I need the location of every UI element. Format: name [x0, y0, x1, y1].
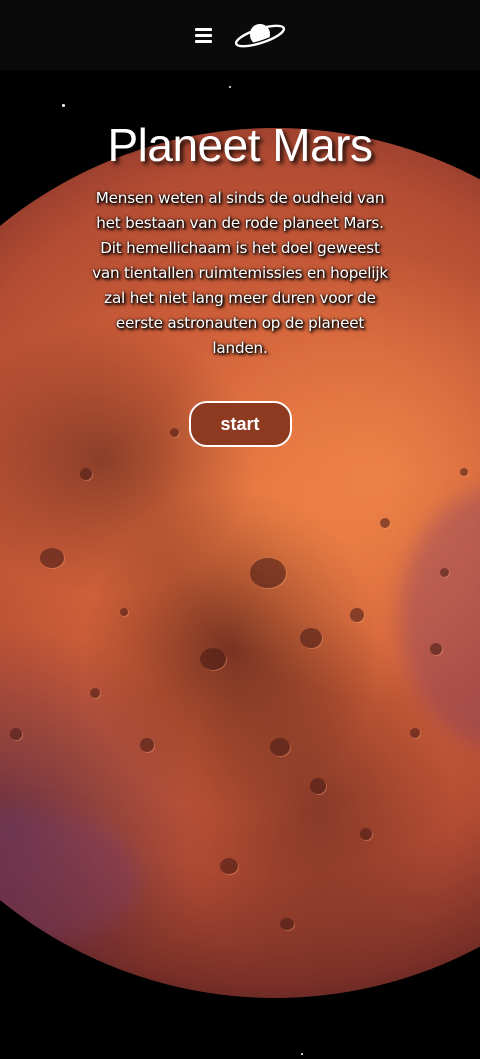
top-navigation-bar: [0, 0, 480, 70]
star: [62, 104, 65, 107]
start-button[interactable]: start: [188, 401, 292, 447]
page: Planeet Mars Mensen weten al sinds de ou…: [0, 0, 480, 1059]
hamburger-menu-icon[interactable]: [194, 27, 212, 43]
hero-section: Planeet Mars Mensen weten al sinds de ou…: [0, 118, 480, 447]
star: [301, 1053, 303, 1055]
planet-saturn-icon[interactable]: [233, 20, 286, 50]
hero-description: Mensen weten al sinds de oudheid van het…: [92, 189, 388, 357]
star: [229, 86, 231, 88]
page-title: Planeet Mars: [107, 119, 373, 171]
